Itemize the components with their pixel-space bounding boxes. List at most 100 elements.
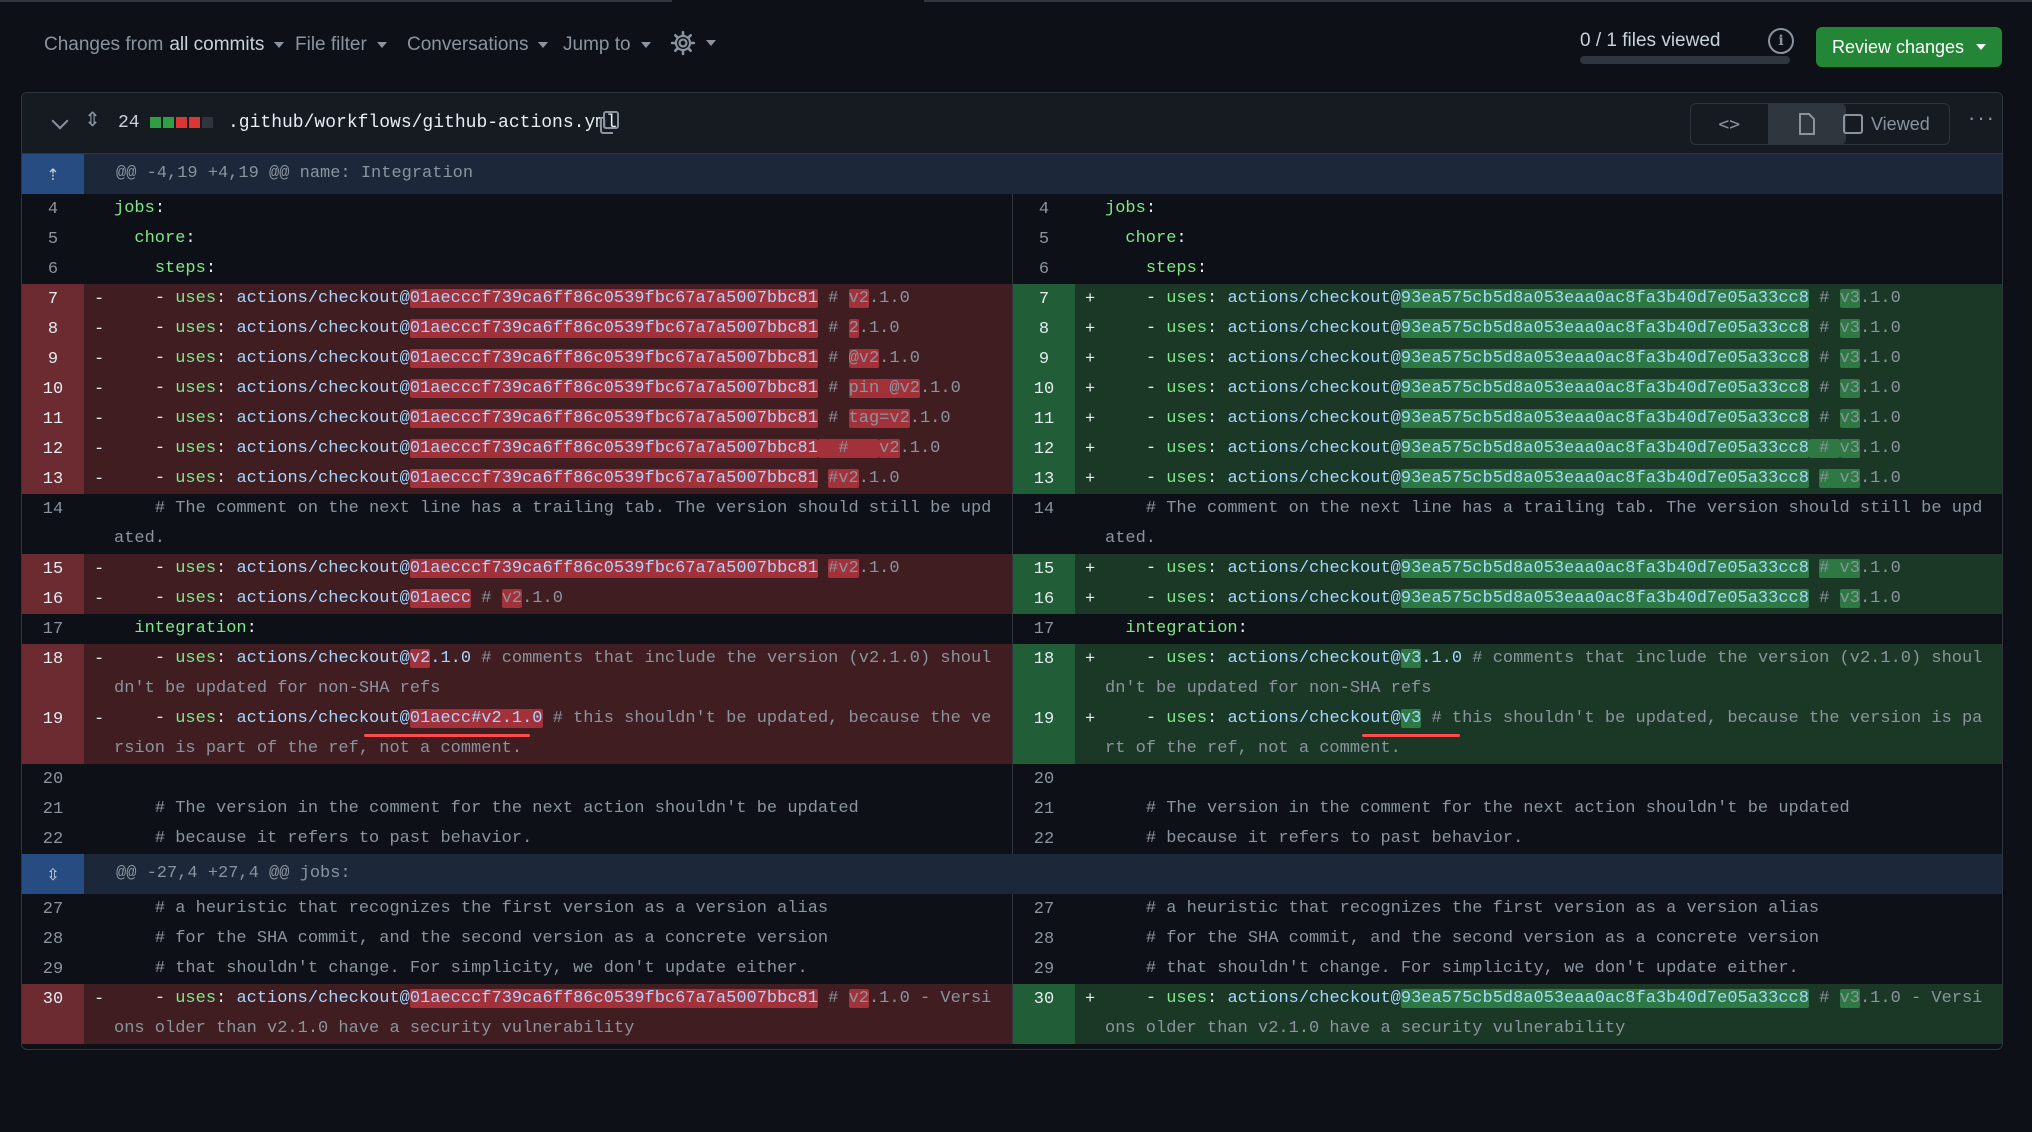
code-token: -	[114, 589, 176, 608]
line-number[interactable]: 8	[1013, 314, 1075, 344]
code-token: v2	[501, 589, 523, 608]
code-token: #	[817, 289, 849, 308]
code-token: :	[1176, 229, 1187, 248]
line-number[interactable]: 4	[1013, 194, 1075, 224]
line-number[interactable]: 13	[22, 464, 84, 494]
diff-right-side: 4 jobs:	[1013, 194, 2002, 224]
line-number[interactable]: 7	[22, 284, 84, 314]
changes-from-dropdown[interactable]: Changes from all commits	[44, 34, 285, 56]
jump-to-dropdown[interactable]: Jump to	[563, 34, 651, 56]
code-token: #	[1808, 379, 1840, 398]
line-number[interactable]: 6	[22, 254, 84, 284]
line-number[interactable]: 6	[1013, 254, 1075, 284]
viewed-checkbox[interactable]: Viewed	[1828, 103, 1950, 145]
line-number[interactable]: 12	[1013, 434, 1075, 464]
conversations-dropdown[interactable]: Conversations	[407, 34, 549, 56]
code-token: # a heuristic that recognizes the first …	[114, 899, 829, 918]
collapse-chevron-icon[interactable]	[51, 112, 69, 130]
line-number[interactable]: 17	[1013, 614, 1075, 644]
code-line: - uses: actions/checkout@v3 # this shoul…	[1105, 704, 1990, 764]
code-token: actions/checkout@	[1227, 989, 1401, 1008]
line-number[interactable]: 7	[1013, 284, 1075, 314]
code-token: uses	[175, 379, 217, 398]
line-number[interactable]: 20	[22, 764, 84, 794]
line-number[interactable]: 21	[22, 794, 84, 824]
line-number[interactable]: 18	[22, 644, 84, 704]
line-number[interactable]: 5	[1013, 224, 1075, 254]
line-number[interactable]: 8	[22, 314, 84, 344]
code-line: # The comment on the next line has a tra…	[1105, 494, 1990, 554]
review-changes-label: Review changes	[1831, 36, 1965, 57]
copy-icon[interactable]	[598, 111, 620, 135]
diff-row: 4 jobs: 4 jobs:	[22, 194, 2002, 224]
line-number[interactable]: 4	[22, 194, 84, 224]
line-number[interactable]: 16	[22, 584, 84, 614]
code-token: actions/checkout@	[236, 379, 410, 398]
code-token: uses	[175, 989, 217, 1008]
line-number[interactable]: 10	[22, 374, 84, 404]
line-number[interactable]: 14	[22, 494, 84, 554]
diff-row: 11- - uses: actions/checkout@01aecccf739…	[22, 404, 2002, 434]
code-token: 01aecc	[409, 589, 472, 608]
code-line: - uses: actions/checkout@01aecccf739ca6f…	[114, 984, 1000, 1044]
code-token: 01aecccf739ca6ff86c0539fbc67a7a5007bbc81	[409, 559, 818, 578]
file-path[interactable]: .github/workflows/github-actions.yml	[228, 113, 617, 133]
line-number[interactable]: 15	[22, 554, 84, 584]
line-number[interactable]: 9	[1013, 344, 1075, 374]
line-number[interactable]: 16	[1013, 584, 1075, 614]
line-number[interactable]: 18	[1013, 644, 1075, 704]
line-number[interactable]: 28	[22, 924, 84, 954]
info-icon[interactable]: i	[1768, 28, 1794, 54]
line-number[interactable]: 21	[1013, 794, 1075, 824]
line-number[interactable]: 14	[1013, 494, 1075, 554]
code-token: :	[154, 199, 166, 218]
line-number[interactable]: 15	[1013, 554, 1075, 584]
line-number[interactable]: 11	[22, 404, 84, 434]
diff-left-side: 28 # for the SHA commit, and the second …	[22, 924, 1013, 954]
code-token: 01aecccf739ca6ff86c0539fbc67a7a5007bbc81	[409, 469, 818, 488]
line-number[interactable]: 28	[1013, 924, 1075, 954]
more-options-icon[interactable]: ···	[1968, 105, 1996, 131]
diff-row: 29 # that shouldn't change. For simplici…	[22, 954, 2002, 984]
line-number[interactable]: 17	[22, 614, 84, 644]
diff-left-side: 4 jobs:	[22, 194, 1013, 224]
code-line: - uses: actions/checkout@93ea575cb5d8a05…	[1105, 984, 1990, 1044]
line-number[interactable]: 27	[1013, 894, 1075, 924]
expand-up-icon[interactable]: ⇡	[22, 154, 84, 194]
line-number[interactable]: 22	[1013, 824, 1075, 854]
line-number[interactable]: 20	[1013, 764, 1075, 794]
line-number[interactable]: 29	[22, 954, 84, 984]
chevron-down-icon	[640, 42, 651, 48]
line-number[interactable]: 10	[1013, 374, 1075, 404]
line-number[interactable]: 27	[22, 894, 84, 924]
code-view-icon[interactable]: <>	[1691, 104, 1768, 144]
code-token: 93ea575cb5d8a053eaa0ac8fa3b40d7e05a33cc8	[1400, 559, 1809, 578]
line-number[interactable]: 13	[1013, 464, 1075, 494]
line-number[interactable]: 12	[22, 434, 84, 464]
line-number[interactable]: 19	[1013, 704, 1075, 764]
change-count: 24	[118, 113, 140, 133]
expand-icon[interactable]: ⇳	[22, 854, 84, 894]
code-token: v3	[1839, 289, 1860, 308]
line-number[interactable]: 5	[22, 224, 84, 254]
line-number[interactable]: 11	[1013, 404, 1075, 434]
diff-row: 12- - uses: actions/checkout@01aecccf739…	[22, 434, 2002, 464]
line-number[interactable]: 22	[22, 824, 84, 854]
diff-settings-button[interactable]	[670, 30, 716, 56]
code-token: uses	[1166, 409, 1208, 428]
code-line: # because it refers to past behavior.	[1105, 824, 1990, 854]
diff-left-side: 7- - uses: actions/checkout@01aecccf739c…	[22, 284, 1013, 314]
code-token: 93ea575cb5d8a053eaa0ac8fa3b40d7e05a33cc8	[1400, 469, 1809, 488]
code-token: actions/checkout@	[1227, 289, 1401, 308]
line-number[interactable]: 30	[1013, 984, 1075, 1044]
file-filter-dropdown[interactable]: File filter	[295, 34, 387, 56]
line-number[interactable]: 30	[22, 984, 84, 1044]
review-changes-button[interactable]: Review changes	[1816, 27, 2002, 67]
diff-stat-block	[176, 117, 187, 128]
line-number[interactable]: 29	[1013, 954, 1075, 984]
expand-all-icon[interactable]: ⇕	[84, 107, 101, 131]
diff-right-side: 30 + - uses: actions/checkout@93ea575cb5d…	[1013, 984, 2002, 1044]
line-number[interactable]: 9	[22, 344, 84, 374]
diff-table: ⇡ @@ -4,19 +4,19 @@ name: Integration 4j…	[22, 154, 2002, 1044]
line-number[interactable]: 19	[22, 704, 84, 764]
